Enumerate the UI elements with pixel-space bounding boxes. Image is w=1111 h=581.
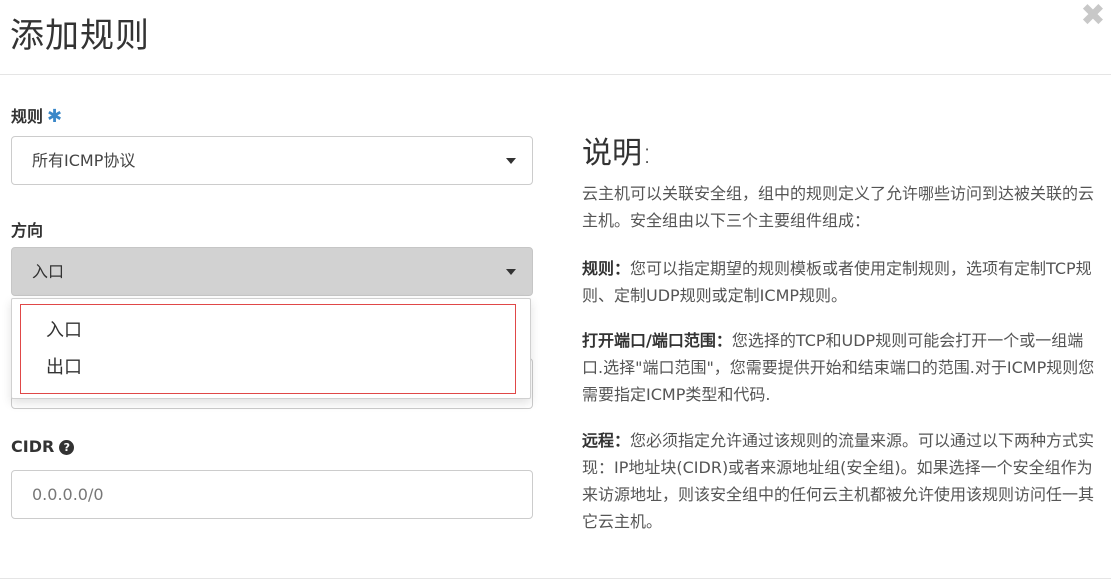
- remote-text: 您必须指定允许通过该规则的流量来源。可以通过以下两种方式实现：IP地址块(CID…: [582, 431, 1095, 531]
- help-icon[interactable]: ?: [59, 440, 75, 455]
- modal-title: 添加规则: [10, 16, 150, 56]
- required-icon: ✱: [47, 106, 63, 127]
- description-rules: 规则：您可以指定期望的规则模板或者使用定制规则，选项有定制TCP规则、定制UDP…: [582, 255, 1102, 309]
- rule-label: 规则 ✱: [11, 103, 62, 127]
- direction-label: 方向: [11, 221, 44, 240]
- description-title: 说明:: [582, 136, 653, 171]
- rule-select-value: 所有ICMP协议: [32, 151, 136, 170]
- dropdown-highlight-box: [20, 304, 516, 394]
- header-divider: [0, 74, 1111, 75]
- description-remote: 远程：您必须指定允许通过该规则的流量来源。可以通过以下两种方式实现：IP地址块(…: [582, 427, 1102, 535]
- cidr-placeholder: 0.0.0.0/0: [32, 485, 104, 504]
- cidr-input[interactable]: 0.0.0.0/0: [11, 470, 533, 519]
- rules-text: 您可以指定期望的规则模板或者使用定制规则，选项有定制TCP规则、定制UDP规则或…: [582, 259, 1092, 305]
- ports-heading: 打开端口/端口范围：: [582, 331, 732, 350]
- footer-divider: [0, 578, 1111, 579]
- close-icon[interactable]: ✖: [1079, 1, 1107, 31]
- direction-dropdown-menu: 入口 出口: [11, 298, 531, 399]
- description-ports: 打开端口/端口范围：您选择的TCP和UDP规则可能会打开一个或一组端口.选择"端…: [582, 327, 1102, 408]
- direction-option-ingress[interactable]: 入口: [46, 316, 82, 342]
- rule-select[interactable]: 所有ICMP协议: [11, 136, 533, 185]
- description-intro: 云主机可以关联安全组，组中的规则定义了允许哪些访问到达被关联的云主机。安全组由以…: [582, 184, 1095, 230]
- caret-down-icon: [506, 158, 516, 164]
- remote-heading: 远程：: [582, 431, 631, 450]
- direction-option-egress[interactable]: 出口: [46, 353, 82, 379]
- caret-down-icon: [506, 269, 516, 275]
- direction-select-value: 入口: [32, 262, 65, 281]
- rule-label-text: 规则: [11, 107, 44, 126]
- cidr-label: CIDR?: [11, 437, 75, 456]
- direction-select[interactable]: 入口: [11, 247, 533, 296]
- cidr-label-text: CIDR: [11, 437, 55, 456]
- rules-heading: 规则：: [582, 259, 631, 278]
